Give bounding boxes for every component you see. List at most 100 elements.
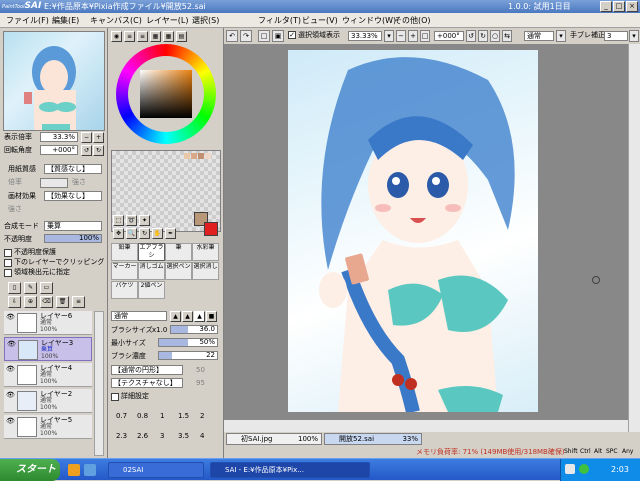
rotate-reset-icon[interactable]: ○ [490,30,500,42]
canvas[interactable] [288,50,538,412]
eyedropper-icon[interactable]: ✒ [165,228,176,239]
transfer-down-icon[interactable]: ⇩ [8,296,21,308]
rotate-right-icon[interactable]: ↻ [478,30,488,42]
menu-file[interactable]: ファイル(F) [6,15,49,26]
rotate-tool-icon[interactable]: ↻ [139,228,150,239]
brush-size-preset[interactable]: 3 [160,432,164,441]
new-layer-icon[interactable]: ▯ [8,282,21,294]
new-linework-layer-icon[interactable]: ✎ [24,282,37,294]
stabilizer-field[interactable]: 3 [604,31,628,41]
invert-selection-icon[interactable]: ▣ [272,30,284,42]
taskbar-item-active[interactable]: SAI - E:¥作品原本¥Pix... [210,462,370,478]
brush-size-preset[interactable]: 1 [160,412,164,421]
quicklaunch-icon[interactable] [68,464,80,476]
menu-filter[interactable]: フィルタ(T) [258,15,301,26]
menu-canvas[interactable]: キャンバス(C) [90,15,142,26]
move-icon[interactable]: ✥ [113,228,124,239]
nav-rotation-field[interactable]: +000° [40,145,78,155]
eye-icon[interactable]: 👁 [7,341,16,348]
paper-scale-field[interactable] [40,178,68,188]
airbrush-tool[interactable]: エアブラシ [138,243,165,261]
density-slider[interactable]: 22 [158,351,218,360]
close-button[interactable]: × [626,1,638,12]
maximize-button[interactable]: □ [613,1,625,12]
clipping-checkbox[interactable] [4,259,12,267]
nav-zoom-in-icon[interactable]: + [93,132,104,143]
brush-size-preset[interactable]: 4 [200,432,204,441]
vertical-scrollbar[interactable] [628,44,640,432]
swatch-tab-icon[interactable]: ▦ [163,31,174,42]
new-folder-icon[interactable]: ▭ [40,282,53,294]
hsv-slider-tab-icon[interactable]: ≡ [137,31,148,42]
paper-effect-select[interactable]: 【効果なし】 [44,191,102,201]
selection-display-checkbox[interactable]: ✓ [288,31,296,39]
eye-icon[interactable]: 👁 [6,392,15,399]
navigator-thumbnail[interactable] [3,31,105,131]
zoom-tool-icon[interactable]: 🔍 [126,228,137,239]
start-button[interactable]: スタート [0,459,60,481]
edge-med-icon[interactable]: ▲ [182,311,193,322]
minimize-button[interactable]: _ [600,1,612,12]
zoom-out-icon[interactable]: − [396,30,406,42]
brush-size-preset[interactable]: 2.3 [116,432,127,441]
secondary-color[interactable] [204,222,218,236]
menu-select[interactable]: 選択(S) [192,15,219,26]
layer-mode-select[interactable]: 乗算 [44,221,102,231]
layer-opacity-slider[interactable]: 100% [44,234,102,243]
watercolor-tool[interactable]: 水彩筆 [192,243,219,261]
magic-wand-icon[interactable]: ✦ [139,215,150,226]
nav-zoom-field[interactable]: 33.3% [40,132,78,142]
horizontal-scrollbar[interactable] [224,420,628,432]
layer-row[interactable]: 👁 レイヤー4 通常 100% [4,363,92,387]
layer-row[interactable]: 👁 レイヤー5 通常 100% [4,415,92,439]
edge-flat-icon[interactable]: ■ [206,311,217,322]
merge-down-icon[interactable]: ⊕ [24,296,37,308]
brush-size-slider[interactable]: 36.0 [170,325,218,334]
color-mix-tab-icon[interactable]: ▦ [150,31,161,42]
clear-layer-icon[interactable]: ⌫ [40,296,53,308]
blend-mode-select[interactable]: 通常 [524,31,554,41]
binary-pen-tool[interactable]: 2値ペン [138,281,165,299]
hand-icon[interactable]: ✋ [152,228,163,239]
eye-icon[interactable]: 👁 [6,314,15,321]
blend-dropdown-icon[interactable]: ▾ [556,30,566,42]
zoom-field[interactable]: 33.33% [348,31,382,41]
menu-edit[interactable]: 編集(E) [52,15,79,26]
deselect-icon[interactable]: □ [258,30,270,42]
nav-rotate-left-icon[interactable]: ↺ [81,145,92,156]
delete-layer-icon[interactable]: 🗑 [56,296,69,308]
layer-row-selected[interactable]: 👁 レイヤー3 乗算 100% [4,337,92,361]
brush-size-preset[interactable]: 0.7 [116,412,127,421]
brush-tool[interactable]: 筆 [165,243,192,261]
menu-other[interactable]: その他(O) [394,15,431,26]
tray-icon[interactable] [579,464,589,474]
menu-view[interactable]: ビュー(V) [302,15,338,26]
zoom-down-icon[interactable]: ▾ [384,30,394,42]
edge-hard-icon[interactable]: ▲ [170,311,181,322]
layer-scrollbar[interactable] [94,311,104,456]
taskbar-item[interactable]: 02SAI [108,462,204,478]
edge-soft-icon[interactable]: ▲ [194,311,205,322]
brush-mode-select[interactable]: 通常 [111,311,167,321]
eye-icon[interactable]: 👁 [6,366,15,373]
rect-select-icon[interactable]: ⬚ [113,215,124,226]
layer-row[interactable]: 👁 レイヤー6 通常 100% [4,311,92,335]
doc-tab[interactable]: 初SAI.jpg 100% [226,433,322,445]
scratchpad-tab-icon[interactable]: ▤ [176,31,187,42]
flip-icon[interactable]: ⇆ [502,30,512,42]
brush-size-preset[interactable]: 0.8 [137,412,148,421]
bucket-tool[interactable]: バケツ [111,281,138,299]
select-eraser-tool[interactable]: 選択消し [192,262,219,280]
brush-size-preset[interactable]: 2.6 [137,432,148,441]
pencil-tool[interactable]: 鉛筆 [111,243,138,261]
rotation-field[interactable]: +000° [434,31,464,41]
brush-texture-select[interactable]: 【テクスチャなし】 [111,378,183,388]
nav-zoom-out-icon[interactable]: − [81,132,92,143]
paper-texture-select[interactable]: 【質感なし】 [44,164,102,174]
rotate-left-icon[interactable]: ↺ [466,30,476,42]
brush-size-preset[interactable]: 1.5 [178,412,189,421]
eraser-tool[interactable]: 消しゴム [138,262,165,280]
canvas-area[interactable] [224,44,628,432]
eye-icon[interactable]: 👁 [6,418,15,425]
layer-row[interactable]: 👁 レイヤー2 通常 100% [4,389,92,413]
